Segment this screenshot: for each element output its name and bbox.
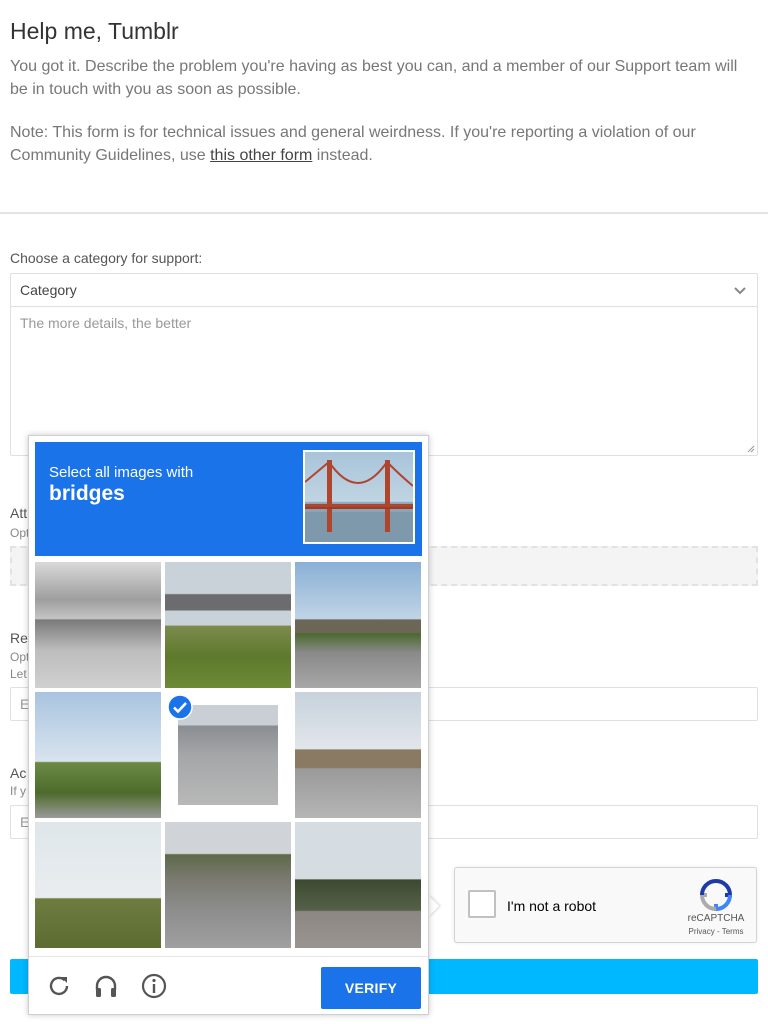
recaptcha-logo-icon xyxy=(699,879,733,912)
bridge-illustration xyxy=(305,460,413,542)
resize-grip-icon[interactable] xyxy=(745,443,755,453)
details-textarea[interactable]: The more details, the better xyxy=(10,306,758,456)
reload-icon[interactable] xyxy=(45,972,73,1000)
sample-bridge-image xyxy=(303,450,415,544)
tile-image-intersection xyxy=(295,692,421,818)
image-tile[interactable] xyxy=(35,822,161,948)
related-sublabel-2: Let xyxy=(10,667,27,681)
account-label: Ac xyxy=(10,765,27,781)
tile-image-overpass-inside xyxy=(35,562,161,688)
tile-image-palm-tree xyxy=(295,822,421,948)
image-tile-selected[interactable] xyxy=(165,692,291,818)
related-sublabel-1: Opt xyxy=(10,650,30,664)
section-divider xyxy=(0,212,768,214)
image-tile[interactable] xyxy=(165,562,291,688)
challenge-header: Select all images with bridges xyxy=(35,442,422,556)
image-tile[interactable] xyxy=(295,562,421,688)
headphones-icon[interactable] xyxy=(92,972,120,1000)
details-placeholder: The more details, the better xyxy=(20,315,192,331)
note-text-end: instead. xyxy=(312,146,373,164)
other-form-link[interactable]: this other form xyxy=(210,147,312,164)
attachment-label: Att xyxy=(10,505,28,521)
tile-image-traffic-light xyxy=(35,692,161,818)
image-tile[interactable] xyxy=(35,562,161,688)
tile-image-truck xyxy=(165,822,291,948)
recaptcha-label: I'm not a robot xyxy=(507,898,597,914)
captcha-challenge: Select all images with bridges VERIFY xyxy=(28,435,429,1015)
recaptcha-checkbox[interactable] xyxy=(468,890,496,918)
image-tile[interactable] xyxy=(165,822,291,948)
recaptcha-widget: I'm not a robot reCAPTCHA Privacy - Term… xyxy=(454,867,757,943)
verify-button[interactable]: VERIFY xyxy=(321,967,421,1009)
page-title: Help me, Tumblr xyxy=(10,18,179,44)
challenge-footer: VERIFY xyxy=(29,956,428,1014)
tile-image-parking-lot xyxy=(178,705,278,805)
info-icon[interactable] xyxy=(140,972,168,1000)
category-label: Choose a category for support: xyxy=(10,250,203,266)
tile-image-overpass-field xyxy=(165,562,291,688)
challenge-target: bridges xyxy=(49,482,125,505)
attachment-sublabel: Opt xyxy=(10,526,30,540)
image-tile[interactable] xyxy=(35,692,161,818)
intro-text: You got it. Describe the problem you're … xyxy=(10,58,738,98)
tile-image-palm-trees xyxy=(35,822,161,948)
account-sublabel: If y xyxy=(10,784,27,798)
challenge-pointer xyxy=(428,895,439,917)
recaptcha-privacy-terms[interactable]: Privacy - Terms xyxy=(677,927,755,936)
checkmark-icon xyxy=(167,694,193,720)
tile-image-highway-overpass xyxy=(295,562,421,688)
challenge-image-grid xyxy=(35,562,422,949)
chevron-down-icon xyxy=(734,287,746,295)
challenge-instruction: Select all images with xyxy=(49,464,194,481)
image-tile[interactable] xyxy=(295,822,421,948)
recaptcha-brand: reCAPTCHA xyxy=(687,913,745,924)
note-text: Note: This form is for technical issues … xyxy=(10,122,750,167)
category-select[interactable]: Category xyxy=(10,273,758,307)
related-label: Re xyxy=(10,630,28,646)
category-select-value: Category xyxy=(20,282,77,298)
image-tile[interactable] xyxy=(295,692,421,818)
